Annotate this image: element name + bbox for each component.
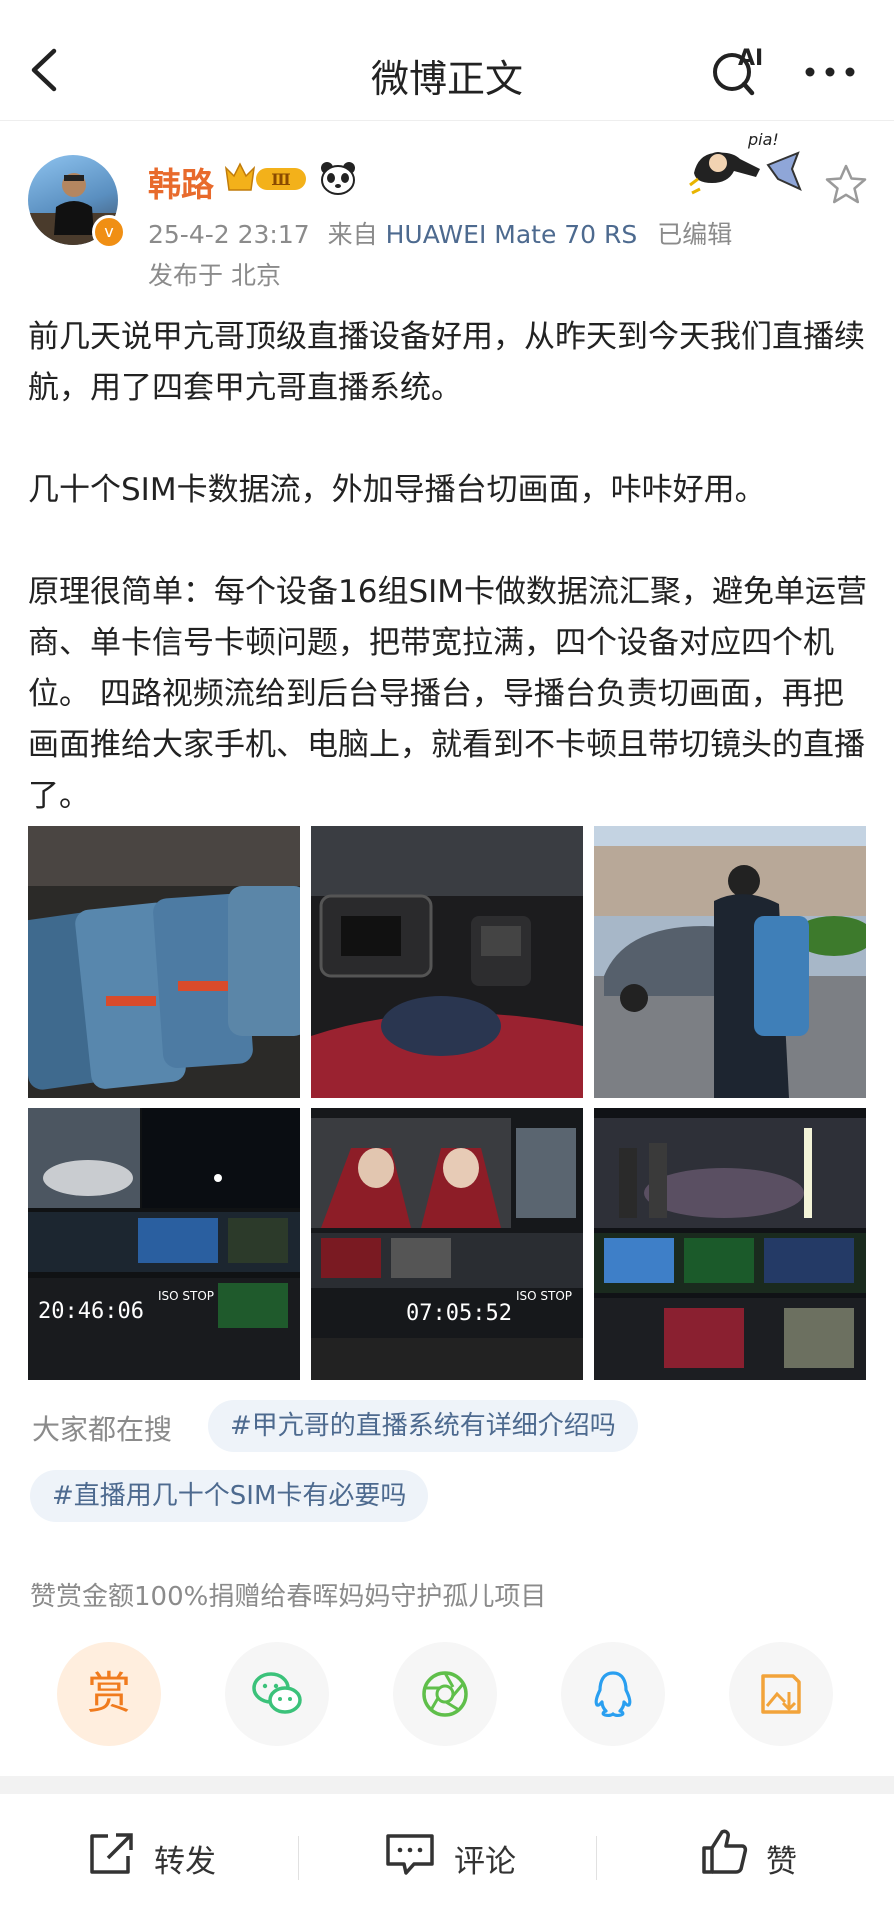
- reward-button[interactable]: 赏: [57, 1642, 161, 1746]
- author-name[interactable]: 韩路: [148, 158, 214, 206]
- trending-search-label: 大家都在搜: [32, 1413, 173, 1446]
- share-moments-button[interactable]: [393, 1642, 497, 1746]
- post-image[interactable]: 20:46:06 ISO STOP: [28, 1108, 300, 1380]
- more-options-button[interactable]: [800, 52, 860, 92]
- bar-divider: [596, 1836, 597, 1880]
- post-image-grid: 20:46:06 ISO STOP 07:05:52 ISO STOP: [28, 826, 866, 1380]
- repost-button[interactable]: 转发: [86, 1824, 226, 1884]
- search-tag-chip[interactable]: #直播用几十个SIM卡有必要吗: [30, 1470, 429, 1522]
- like-button[interactable]: 赞: [698, 1824, 818, 1884]
- save-image-button[interactable]: [729, 1642, 833, 1746]
- post-location: 发布于 北京: [148, 261, 281, 290]
- panda-icon: [318, 160, 358, 196]
- source-device[interactable]: HUAWEI Mate 70 RS: [386, 220, 638, 249]
- svg-text:ISO STOP: ISO STOP: [516, 1289, 572, 1303]
- like-label: 赞: [766, 1844, 797, 1880]
- share-qq-button[interactable]: [561, 1642, 665, 1746]
- post-meta: 25-4-2 23:17 来自 HUAWEI Mate 70 RS 已编辑: [148, 215, 732, 251]
- bar-divider: [298, 1836, 299, 1880]
- verified-badge: v: [92, 215, 126, 249]
- post-image[interactable]: [594, 826, 866, 1098]
- svg-text:07:05:52: 07:05:52: [406, 1301, 512, 1326]
- share-wechat-button[interactable]: [225, 1642, 329, 1746]
- star-icon: [825, 164, 867, 204]
- post-content: 前几天说甲亢哥顶级直播设备好用，从昨天到今天我们直播续航，用了四套甲亢哥直播系统…: [28, 312, 868, 822]
- ai-search-button[interactable]: AI: [708, 44, 772, 100]
- top-nav-bar: 微博正文 AI: [0, 0, 894, 121]
- section-divider: [0, 1776, 894, 1794]
- post-paragraph: 原理很简单：每个设备16组SIM卡做数据流汇聚，避免单运营商、单卡信号卡顿问题，…: [28, 574, 868, 814]
- post-image[interactable]: 07:05:52 ISO STOP: [311, 1108, 583, 1380]
- repost-icon: [90, 1833, 133, 1874]
- repost-label: 转发: [154, 1844, 216, 1880]
- edited-label[interactable]: 已编辑: [657, 220, 732, 249]
- comment-button[interactable]: 评论: [384, 1824, 524, 1884]
- search-tag-chip[interactable]: #甲亢哥的直播系统有详细介绍吗: [208, 1400, 638, 1452]
- comment-icon: [386, 1834, 434, 1875]
- bottom-action-bar: 转发 评论 赞: [0, 1794, 894, 1920]
- post-image[interactable]: [311, 826, 583, 1098]
- post-timestamp: 25-4-2 23:17: [148, 220, 310, 249]
- save-image-icon: [761, 1674, 801, 1714]
- decorative-sticker: pia!: [688, 125, 808, 205]
- post-image[interactable]: [594, 1108, 866, 1380]
- post-image[interactable]: [28, 826, 300, 1098]
- comment-label: 评论: [454, 1844, 516, 1880]
- donation-note: 赞赏金额100%捐赠给春晖妈妈守护孤儿项目: [30, 1582, 547, 1612]
- post-paragraph: 前几天说甲亢哥顶级直播设备好用，从昨天到今天我们直播续航，用了四套甲亢哥直播系统…: [28, 319, 865, 406]
- wechat-icon: [252, 1672, 302, 1714]
- favorite-button[interactable]: [824, 162, 868, 206]
- moments-shutter-icon: [422, 1671, 468, 1717]
- svg-text:pia!: pia!: [747, 130, 779, 149]
- crown-icon: Ⅲ: [224, 162, 306, 191]
- source-prefix: 来自: [327, 220, 378, 249]
- svg-text:Ⅲ: Ⅲ: [271, 170, 290, 189]
- member-level-badge[interactable]: Ⅲ: [222, 160, 312, 196]
- thumbs-up-icon: [702, 1829, 748, 1874]
- svg-text:20:46:06: 20:46:06: [38, 1299, 144, 1324]
- ai-label: AI: [738, 46, 764, 71]
- qq-penguin-icon: [594, 1671, 632, 1718]
- post-paragraph: 几十个SIM卡数据流，外加导播台切画面，咔咔好用。: [28, 472, 766, 508]
- more-dots-icon: [805, 67, 855, 77]
- svg-text:ISO STOP: ISO STOP: [158, 1289, 214, 1303]
